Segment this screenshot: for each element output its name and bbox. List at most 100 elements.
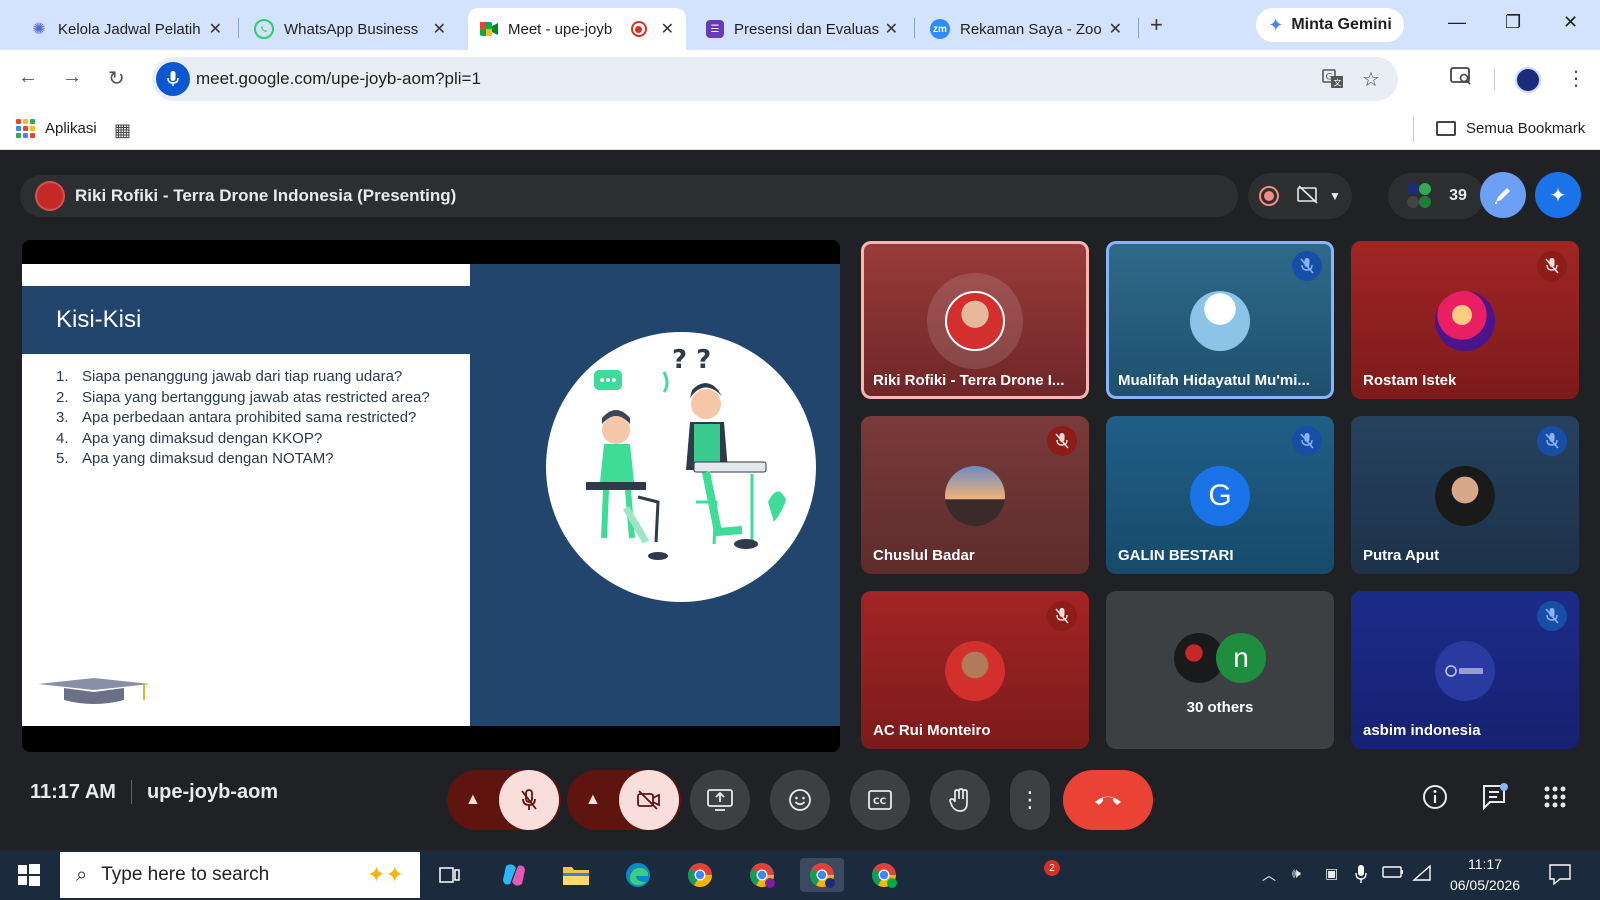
participant-tile[interactable]: Chuslul Badar xyxy=(861,416,1089,574)
chat-icon[interactable] xyxy=(1480,782,1510,812)
tab-presensi[interactable]: ☰ Presensi dan Evaluas ✕ xyxy=(694,8,910,50)
chevron-down-icon[interactable]: ▼ xyxy=(1329,189,1341,203)
participant-tile[interactable]: asbim indonesia xyxy=(1351,591,1579,749)
more-options-button[interactable]: ⋮ xyxy=(1010,770,1050,830)
meeting-info: 11:17 AM upe-joyb-aom xyxy=(30,780,278,804)
browser-menu-icon[interactable]: ⋮ xyxy=(1566,66,1586,91)
bookmarks-bar: Aplikasi ▦ Semua Bookmark xyxy=(0,108,1600,150)
apps-bookmark[interactable]: Aplikasi xyxy=(16,119,97,138)
close-tab-icon[interactable]: ✕ xyxy=(1109,19,1122,39)
copilot-icon[interactable] xyxy=(496,858,532,892)
raise-hand-button[interactable] xyxy=(930,770,990,830)
mic-off-icon xyxy=(1047,601,1077,631)
more-vertical-icon: ⋮ xyxy=(1019,787,1041,812)
gemini-icon[interactable]: ✦ xyxy=(1535,172,1581,218)
whatsapp-icon xyxy=(254,19,274,39)
participant-tile[interactable]: Riki Rofiki - Terra Drone I... xyxy=(861,241,1089,399)
tab-whatsapp[interactable]: WhatsApp Business ✕ xyxy=(242,8,458,50)
close-tab-icon[interactable]: ✕ xyxy=(661,19,674,39)
mic-off-icon xyxy=(1292,251,1322,281)
avatar xyxy=(1190,291,1250,351)
all-bookmarks-folder[interactable]: Semua Bookmark xyxy=(1436,120,1585,137)
students-illustration: ? ? xyxy=(546,332,816,602)
activities-pen-icon[interactable] xyxy=(1480,172,1526,218)
avatar xyxy=(1435,466,1495,526)
profile-avatar[interactable] xyxy=(1515,67,1541,93)
translate-icon[interactable]: G文 xyxy=(1322,69,1344,94)
task-view-icon[interactable] xyxy=(432,858,468,892)
bookmark-star-icon[interactable]: ☆ xyxy=(1362,67,1380,92)
toggle-camera-button[interactable] xyxy=(619,770,679,830)
tab-zoom-recording[interactable]: zm Rekaman Saya - Zoo ✕ xyxy=(918,8,1134,50)
list-item: 5. Apa yang dimaksud dengan NOTAM? xyxy=(56,450,334,467)
tab-kelola-jadwal[interactable]: ✺ Kelola Jadwal Pelatih ✕ xyxy=(18,8,234,50)
windows-start-icon[interactable] xyxy=(18,864,40,891)
edge-browser-icon[interactable] xyxy=(620,858,656,892)
chrome-active-window-icon[interactable] xyxy=(800,858,844,892)
battery-icon[interactable] xyxy=(1382,865,1404,882)
wifi-icon[interactable] xyxy=(1412,864,1432,884)
close-tab-icon[interactable]: ✕ xyxy=(209,19,222,39)
restore-window-icon[interactable]: ❐ xyxy=(1505,12,1521,33)
list-item: 1. Siapa penanggung jawab dari tiap ruang… xyxy=(56,368,403,385)
microphone-in-use-icon[interactable] xyxy=(156,62,190,96)
chrome-profile-icon[interactable] xyxy=(744,858,780,892)
tab-strip: ✺ Kelola Jadwal Pelatih ✕ WhatsApp Busin… xyxy=(0,0,1600,50)
mic-off-icon xyxy=(1047,426,1077,456)
tab-groups-icon[interactable]: ▦ xyxy=(114,120,131,141)
participant-tile[interactable]: Putra Aput xyxy=(1351,416,1579,574)
participants-button[interactable]: 39 xyxy=(1388,173,1484,219)
taskbar-search-box[interactable]: ⌕ Type here to search ✦✦ xyxy=(60,852,420,898)
notification-badge: 2 xyxy=(1044,860,1060,876)
microphone-tray-icon[interactable] xyxy=(1355,865,1367,886)
camera-options-chevron-icon[interactable]: ▲ xyxy=(585,791,601,809)
present-screen-icon xyxy=(707,789,733,811)
captions-button[interactable]: CC xyxy=(850,770,910,830)
leave-call-button[interactable] xyxy=(1063,770,1153,830)
participant-tile[interactable]: AC Rui Monteiro xyxy=(861,591,1089,749)
presenter-avatar xyxy=(35,181,65,211)
mic-options-chevron-icon[interactable]: ▲ xyxy=(465,791,481,809)
url-text: meet.google.com/upe-joyb-aom?pli=1 xyxy=(196,69,481,88)
asbim-logo-avatar xyxy=(1435,641,1495,701)
toggle-mic-button[interactable] xyxy=(499,770,559,830)
slide-title-bar: Kisi-Kisi xyxy=(22,286,470,354)
close-tab-icon[interactable]: ✕ xyxy=(885,19,898,39)
close-tab-icon[interactable]: ✕ xyxy=(433,19,446,39)
apps-grid-icon[interactable] xyxy=(1540,782,1570,812)
chrome-icon[interactable] xyxy=(682,858,718,892)
mic-off-icon xyxy=(1537,426,1567,456)
volume-icon[interactable]: 🕪 xyxy=(1292,865,1301,882)
participant-tile[interactable]: Mualifah Hidayatul Mu'mi... xyxy=(1106,241,1334,399)
file-explorer-icon[interactable] xyxy=(558,858,594,892)
ask-gemini-button[interactable]: ✦ Minta Gemini xyxy=(1256,8,1404,42)
captions-off-icon[interactable] xyxy=(1297,184,1319,209)
address-bar[interactable]: meet.google.com/upe-joyb-aom?pli=1 G文 ☆ xyxy=(152,57,1398,101)
system-clock[interactable]: 11:17 06/05/2026 xyxy=(1440,854,1530,896)
slide-illustration-panel: ? ? xyxy=(470,264,840,726)
device-icon[interactable]: ▣ xyxy=(1325,865,1338,882)
participant-tile[interactable]: G GALIN BESTARI xyxy=(1106,416,1334,574)
show-hidden-icons-icon[interactable]: ︿ xyxy=(1262,865,1276,885)
tab-search-icon[interactable] xyxy=(1450,66,1472,92)
close-window-icon[interactable]: ✕ xyxy=(1563,12,1578,33)
forward-icon[interactable]: → xyxy=(62,66,82,89)
reactions-button[interactable] xyxy=(770,770,830,830)
back-icon[interactable]: ← xyxy=(18,66,38,89)
gemini-sparkle-icon: ✦ xyxy=(1268,14,1284,35)
chrome-meet-icon[interactable] xyxy=(866,858,902,892)
present-screen-button[interactable] xyxy=(690,770,750,830)
participant-tile[interactable]: Rostam Istek xyxy=(1351,241,1579,399)
recording-indicator-icon xyxy=(630,21,647,37)
slide-question-list: 1. Siapa penanggung jawab dari tiap ruang… xyxy=(56,368,430,471)
others-tile[interactable]: n 30 others xyxy=(1106,591,1334,749)
new-tab-button[interactable]: + xyxy=(1150,12,1163,38)
minimize-window-icon[interactable]: — xyxy=(1448,12,1466,33)
reload-icon[interactable]: ↻ xyxy=(108,66,125,91)
list-item: 3. Apa perbedaan antara prohibited sama r… xyxy=(56,409,417,426)
tab-meet[interactable]: Meet - upe-joyb ✕ xyxy=(468,8,686,50)
recording-icon[interactable] xyxy=(1259,186,1280,206)
notifications-icon[interactable] xyxy=(1548,863,1572,888)
hang-up-icon xyxy=(1095,796,1121,805)
meeting-details-icon[interactable] xyxy=(1420,782,1450,812)
